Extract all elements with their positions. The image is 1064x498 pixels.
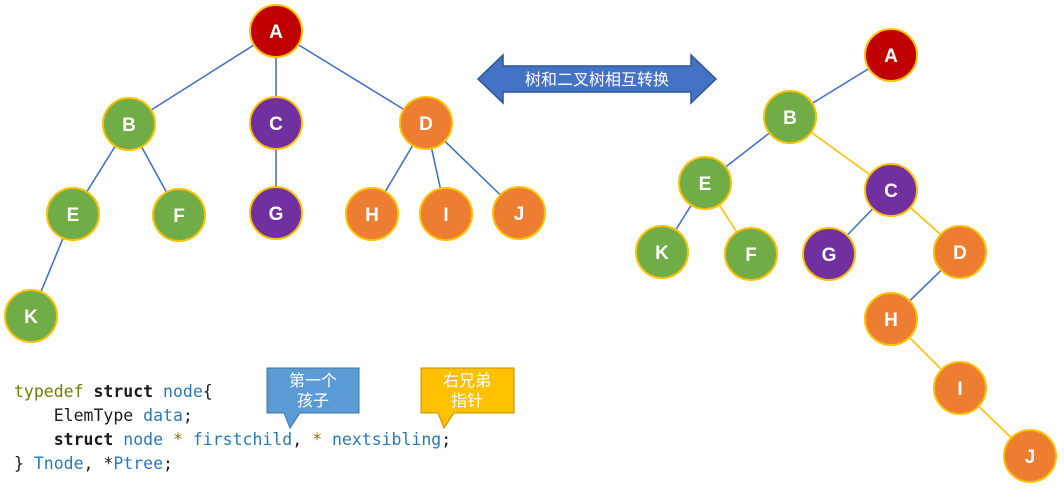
code-pointer-star-2: * — [312, 430, 323, 449]
binary-tree-node-k: K — [635, 225, 689, 279]
tree-node-k: K — [4, 289, 58, 343]
binary-tree-node-j: J — [1003, 429, 1057, 483]
tree-node-label: K — [24, 307, 38, 328]
code-semicolon: ; — [182, 406, 193, 425]
code-line-1: typedef struct node{ — [14, 382, 213, 401]
tree-node-label: F — [173, 206, 185, 227]
code-ptree-type: Ptree — [113, 454, 164, 473]
binary-tree-nodes: A B E C K F G D H I J — [635, 28, 1057, 483]
binary-tree-node-label: A — [884, 46, 898, 67]
tree-node-label: G — [269, 204, 284, 225]
tree-edges — [30, 30, 520, 317]
binary-tree-node-h: H — [864, 292, 918, 346]
binary-tree-node-b: B — [763, 90, 817, 144]
binary-tree-node-label: H — [884, 310, 898, 331]
code-line-3: struct node * firstchild, * nextsibling; — [54, 430, 451, 449]
binary-tree-node-label: E — [699, 174, 712, 195]
tree-node-label: C — [269, 114, 283, 135]
binary-tree-node-i: I — [933, 361, 987, 415]
binary-tree-node-e: E — [678, 156, 732, 210]
tree-node-label: D — [419, 114, 433, 135]
tree-node-f: F — [152, 188, 206, 242]
code-struct-keyword-2: struct — [53, 430, 114, 449]
code-line-4: } Tnode, *Ptree; — [14, 454, 173, 473]
binary-tree-node-label: B — [783, 108, 797, 129]
binary-tree-node-c: C — [864, 163, 918, 217]
code-typedef-keyword: typedef — [14, 382, 84, 401]
tree-node-h: H — [345, 187, 399, 241]
code-firstchild-field: firstchild — [192, 430, 293, 449]
code-close-brace: } — [14, 454, 24, 473]
tree-nodes: A B C D E F G H I J K — [4, 4, 546, 343]
tree-node-i: I — [419, 187, 473, 241]
code-struct-keyword: struct — [93, 382, 154, 401]
tree-node-b: B — [102, 97, 156, 151]
tree-node-label: I — [443, 205, 448, 226]
code-elemtype: ElemType — [53, 406, 134, 425]
tree-node-g: G — [249, 186, 303, 240]
code-pointer-star: * — [172, 430, 183, 449]
next-sibling-callout-line2: 指针 — [451, 391, 483, 410]
tree-node-label: A — [269, 22, 283, 43]
binary-tree-node-g: G — [802, 227, 856, 281]
tree-node-a: A — [249, 4, 303, 58]
code-data-field: data — [143, 406, 183, 425]
binary-tree-node-label: J — [1025, 447, 1036, 468]
tree-node-c: C — [249, 96, 303, 150]
binary-tree-node-label: F — [745, 245, 757, 266]
tree-node-label: J — [514, 204, 525, 225]
code-semicolon-2: ; — [441, 430, 452, 449]
binary-tree-node-label: D — [953, 243, 967, 264]
code-open-brace: { — [202, 382, 213, 401]
code-comma-2: , — [83, 454, 94, 473]
tree-node-d: D — [399, 96, 453, 150]
code-struct-name: node — [163, 382, 203, 401]
struct-code-block: typedef struct node{ ElemType data; stru… — [14, 380, 451, 476]
code-comma: , — [292, 430, 303, 449]
binary-tree-node-a: A — [864, 28, 918, 82]
tree-node-label: H — [365, 205, 379, 226]
binary-tree-node-label: G — [822, 245, 837, 266]
code-line-2: ElemType data; — [54, 406, 193, 425]
code-struct-name-2: node — [123, 430, 164, 449]
arrow-label: 树和二叉树相互转换 — [525, 70, 669, 89]
tree-node-label: E — [67, 205, 80, 226]
binary-tree-node-label: K — [655, 243, 669, 264]
code-pointer-star-3: * — [103, 454, 114, 473]
code-tnode-type: Tnode — [33, 454, 84, 473]
binary-tree-node-d: D — [933, 225, 987, 279]
tree-node-e: E — [46, 187, 100, 241]
code-semicolon-3: ; — [163, 454, 173, 473]
binary-tree-node-label: C — [884, 181, 898, 202]
binary-tree-node-label: I — [957, 379, 962, 400]
double-arrow: 树和二叉树相互转换 — [476, 53, 718, 105]
binary-tree-node-f: F — [724, 227, 778, 281]
tree-node-j: J — [492, 186, 546, 240]
tree-node-label: B — [122, 115, 136, 136]
code-nextsibling-field: nextsibling — [331, 430, 442, 449]
